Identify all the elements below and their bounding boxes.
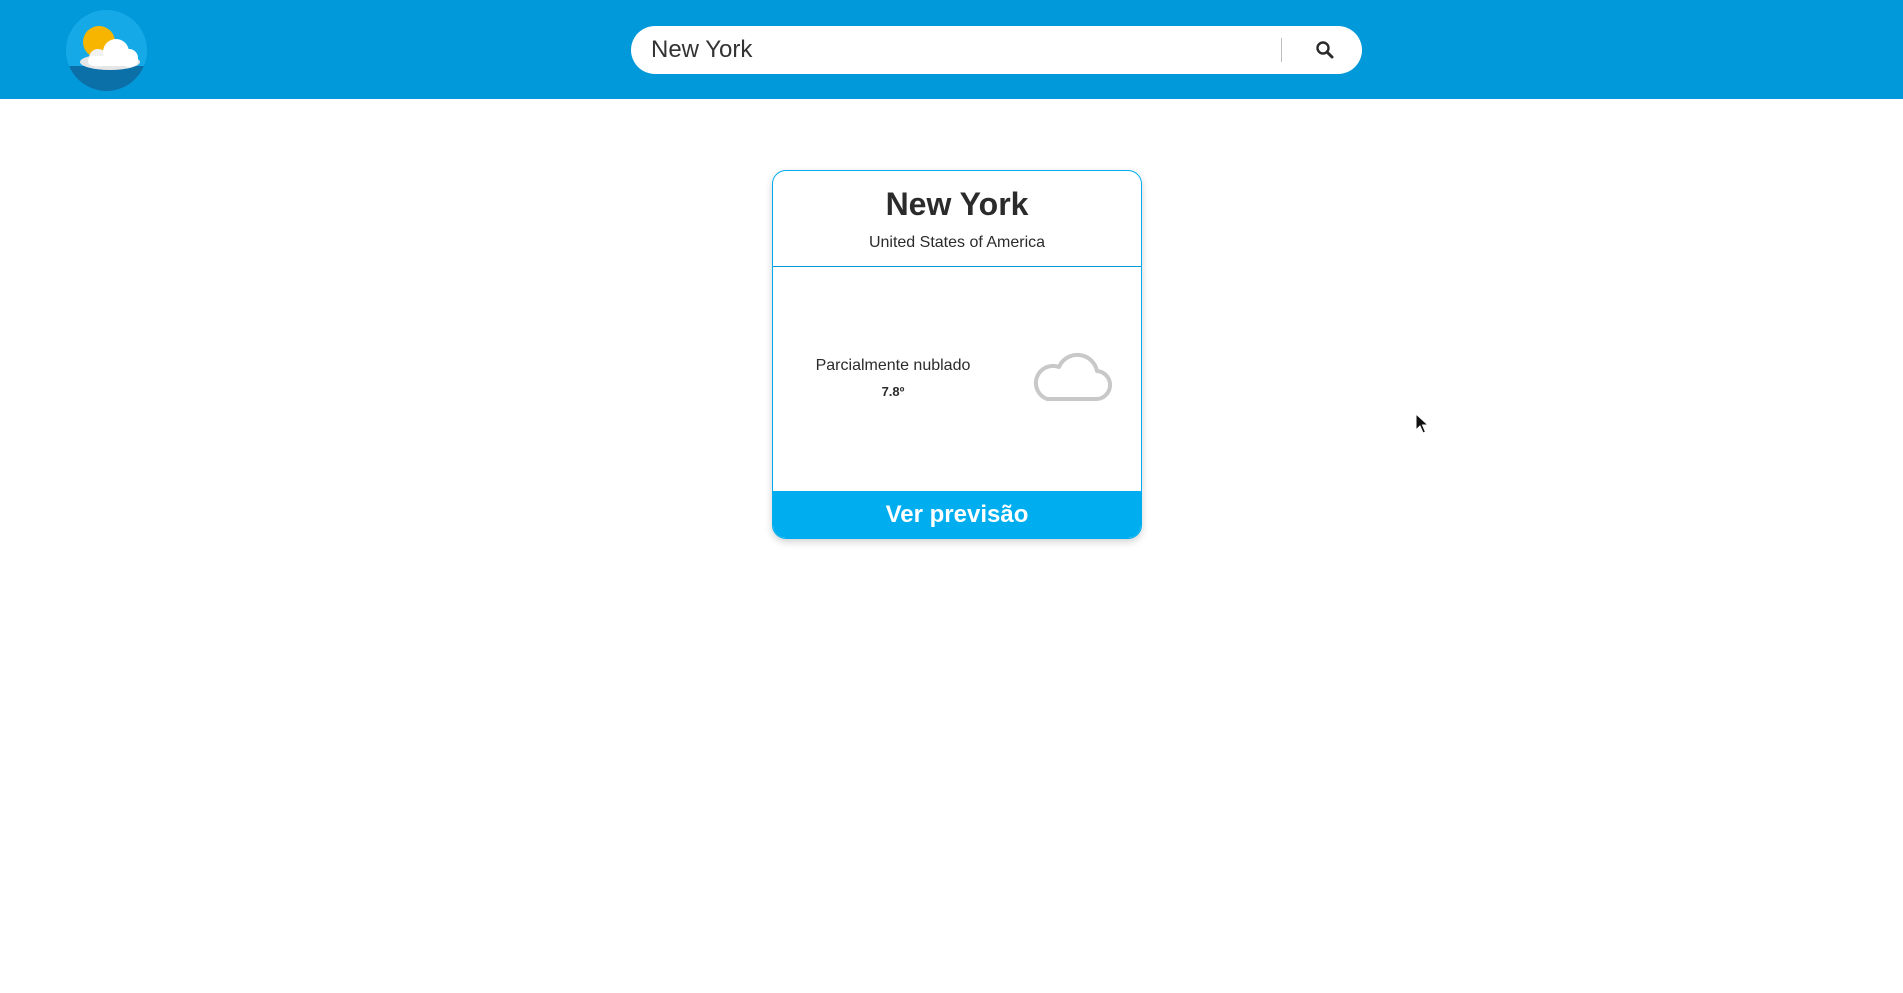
sun-behind-cloud-icon[interactable] [66, 10, 147, 91]
partly-cloudy-night-icon [1011, 321, 1121, 411]
weather-card: New York United States of America Parcia… [772, 170, 1142, 539]
forecast-button[interactable]: Ver previsão [773, 491, 1141, 538]
country-name: United States of America [868, 234, 1046, 251]
top-bar [0, 0, 1903, 99]
temperature: 7.8º [881, 384, 905, 399]
search-divider [1281, 38, 1282, 62]
search-button[interactable] [1297, 30, 1353, 70]
card-header: New York United States of America [773, 171, 1141, 267]
search-icon [1316, 41, 1334, 59]
current-condition: Parcialmente nublado 7.8º [803, 356, 983, 400]
search-input[interactable] [651, 26, 1291, 74]
city-name: New York [885, 186, 1029, 222]
condition-text: Parcialmente nublado [815, 357, 971, 374]
search-bar [631, 26, 1362, 74]
mouse-cursor-icon [1415, 412, 1430, 435]
